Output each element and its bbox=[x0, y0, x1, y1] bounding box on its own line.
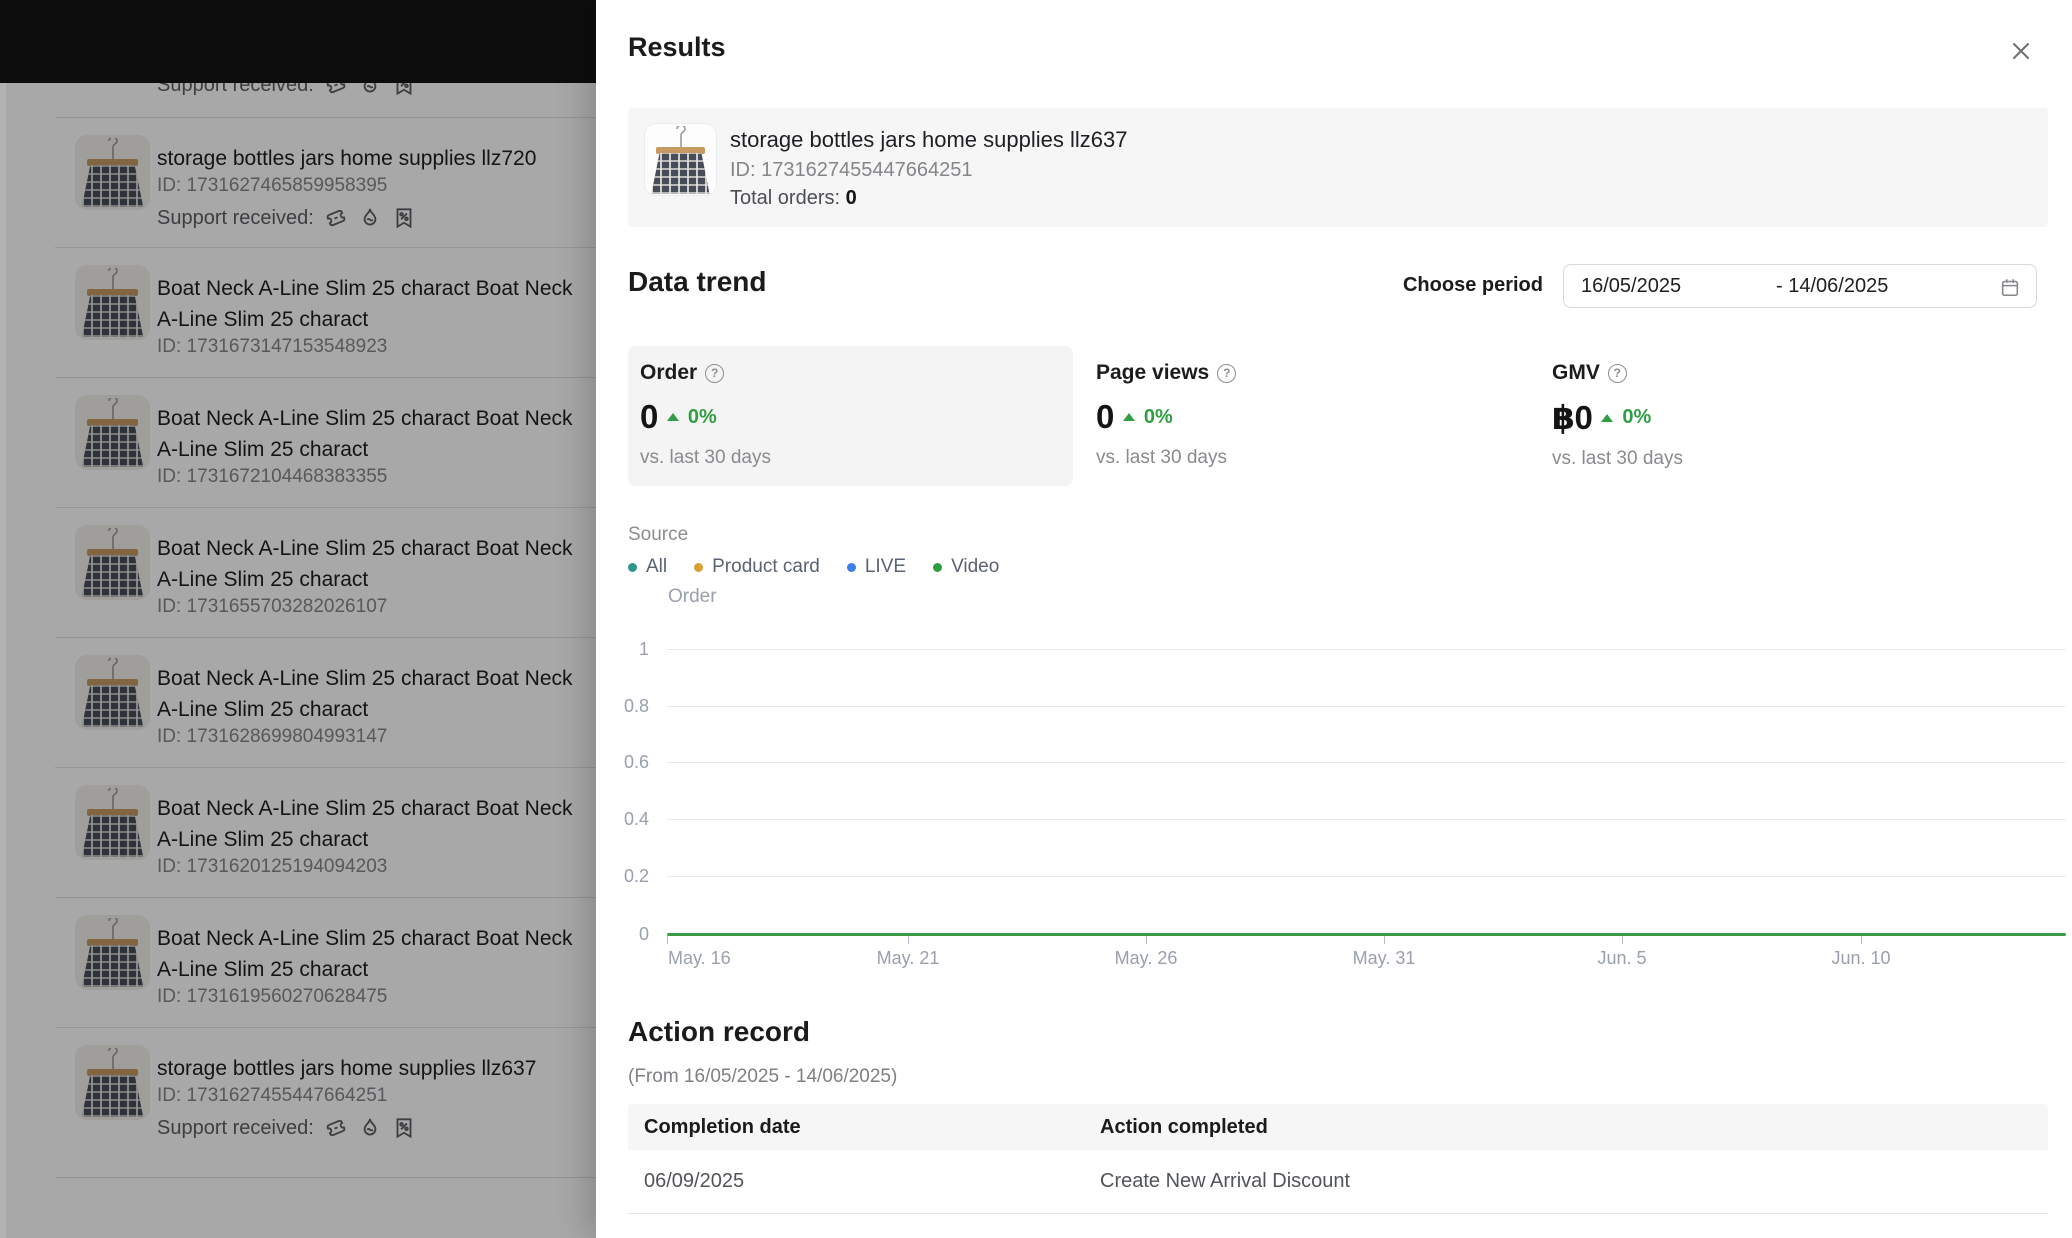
x-tick-label: Jun. 5 bbox=[1597, 948, 1647, 968]
action-record-table: Completion date Action completed 06/09/2… bbox=[628, 1104, 2048, 1214]
total-orders-value: 0 bbox=[845, 187, 857, 209]
source-label: Source bbox=[628, 524, 689, 545]
legend-item-live[interactable]: LIVE bbox=[846, 556, 906, 578]
legend-dot bbox=[846, 562, 856, 572]
column-header-completion-date: Completion date bbox=[644, 1115, 801, 1138]
metric-value: 0 bbox=[1096, 398, 1114, 435]
product-thumbnail bbox=[644, 123, 717, 196]
x-axis-tick bbox=[1384, 936, 1385, 944]
table-row: 06/09/2025 Create New Arrival Discount bbox=[628, 1150, 2048, 1214]
x-tick-label: Jun. 10 bbox=[1831, 948, 1891, 968]
y-tick-label: 0.6 bbox=[623, 752, 649, 772]
help-icon[interactable]: ? bbox=[1607, 363, 1627, 383]
y-tick-label: 0.4 bbox=[623, 809, 649, 829]
help-icon[interactable]: ? bbox=[705, 363, 725, 383]
total-orders: Total orders: 0 bbox=[730, 187, 857, 209]
metric-card-order[interactable]: Order? 0 0% vs. last 30 days bbox=[628, 346, 1073, 486]
x-tick-label: May. 16 bbox=[668, 948, 731, 968]
legend-item-all[interactable]: All bbox=[628, 556, 667, 578]
chart-series-line bbox=[667, 933, 2066, 936]
gridline bbox=[667, 762, 2066, 763]
left-scrollbar-track[interactable] bbox=[0, 83, 6, 1238]
calendar-icon[interactable] bbox=[1999, 276, 2021, 298]
metric-label: GMV bbox=[1552, 361, 1600, 384]
action-record-heading: Action record bbox=[628, 1016, 811, 1047]
x-tick-label: May. 26 bbox=[1114, 948, 1178, 968]
legend-dot bbox=[628, 562, 637, 572]
x-axis-tick bbox=[1146, 936, 1147, 944]
metric-value: 0 bbox=[640, 398, 658, 435]
metric-delta: 0% bbox=[1622, 406, 1652, 428]
results-modal: Results storage bottles jars home suppli… bbox=[596, 0, 2072, 1238]
legend-dot bbox=[694, 562, 704, 572]
x-axis-tick bbox=[667, 936, 668, 944]
legend-dot bbox=[933, 562, 943, 572]
x-axis-tick bbox=[908, 936, 909, 944]
help-icon[interactable]: ? bbox=[1217, 363, 1237, 383]
product-name: storage bottles jars home supplies llz63… bbox=[730, 127, 1128, 152]
x-tick-label: May. 31 bbox=[1352, 948, 1416, 968]
metric-card-page-views[interactable]: Page views? 0 0% vs. last 30 days bbox=[1084, 346, 1529, 486]
data-trend-heading: Data trend bbox=[628, 266, 767, 297]
arrow-up-icon bbox=[1122, 413, 1135, 421]
screen: Support received: storage bottles jars h… bbox=[0, 0, 2072, 1238]
y-tick-label: 0.2 bbox=[623, 866, 649, 886]
date-range-input[interactable]: 16/05/2025 - 14/06/2025 bbox=[1563, 264, 2037, 308]
x-tick-label: May. 21 bbox=[876, 948, 940, 968]
metric-value: ฿0 bbox=[1552, 399, 1593, 436]
product-id: ID: 1731627455447664251 bbox=[730, 159, 973, 181]
y-tick-label: 1 bbox=[638, 639, 649, 659]
completion-date-cell: 06/09/2025 bbox=[644, 1170, 745, 1192]
metric-label: Order bbox=[640, 361, 698, 384]
table-header-row: Completion date Action completed bbox=[628, 1104, 2048, 1150]
gridline bbox=[667, 876, 2066, 877]
hanger-icon bbox=[675, 126, 686, 147]
gridline bbox=[667, 819, 2066, 820]
column-header-action-completed: Action completed bbox=[1100, 1115, 1268, 1138]
action-record-period: (From 16/05/2025 - 14/06/2025) bbox=[628, 1066, 898, 1087]
date-from-value: 16/05/2025 bbox=[1581, 275, 1682, 297]
metric-compare-label: vs. last 30 days bbox=[1552, 448, 1683, 469]
x-axis-tick bbox=[1622, 936, 1623, 944]
metric-card-gmv[interactable]: GMV? ฿0 0% vs. last 30 days bbox=[1540, 346, 1985, 486]
arrow-up-icon bbox=[666, 413, 679, 421]
x-axis-tick bbox=[1861, 936, 1862, 944]
metric-compare-label: vs. last 30 days bbox=[1096, 447, 1227, 468]
gridline bbox=[667, 706, 2066, 707]
metric-delta: 0% bbox=[687, 405, 717, 428]
y-axis-name: Order bbox=[668, 586, 717, 607]
product-summary-card: storage bottles jars home supplies llz63… bbox=[628, 108, 2048, 227]
metric-label: Page views bbox=[1096, 361, 1210, 384]
date-to-value: - 14/06/2025 bbox=[1776, 275, 1889, 297]
close-button[interactable] bbox=[2008, 38, 2034, 64]
y-tick-label: 0.8 bbox=[623, 696, 649, 716]
y-tick-label: 0 bbox=[638, 924, 649, 944]
choose-period-label: Choose period bbox=[1402, 274, 1543, 296]
modal-title: Results bbox=[628, 32, 726, 62]
legend-item-video[interactable]: Video bbox=[933, 556, 999, 578]
metric-delta: 0% bbox=[1143, 405, 1173, 428]
close-icon bbox=[2013, 43, 2029, 59]
chart-legend: All Product card LIVE Video bbox=[628, 556, 999, 578]
gridline bbox=[667, 649, 2066, 650]
action-completed-cell: Create New Arrival Discount bbox=[1100, 1170, 1351, 1192]
metric-cards: Order? 0 0% vs. last 30 days Page views? … bbox=[628, 346, 1985, 486]
legend-item-product-card[interactable]: Product card bbox=[694, 556, 820, 578]
metric-compare-label: vs. last 30 days bbox=[640, 447, 771, 468]
arrow-up-icon bbox=[1601, 413, 1614, 422]
